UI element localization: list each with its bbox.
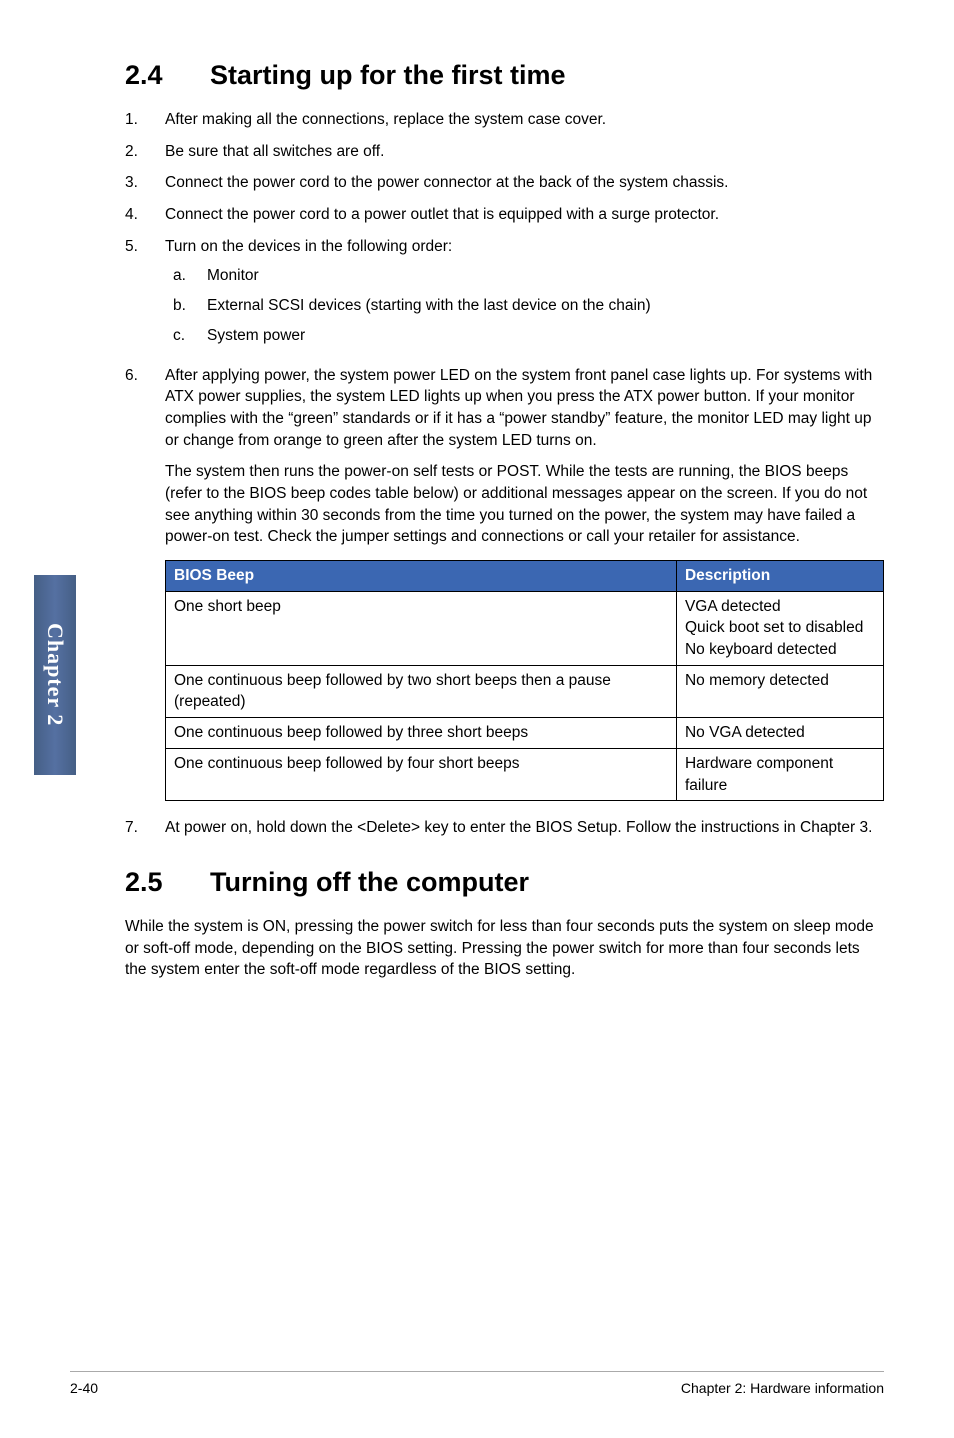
table-row: One continuous beep followed by two shor… — [166, 665, 884, 717]
page-footer: 2-40 Chapter 2: Hardware information — [70, 1371, 884, 1396]
table-row: One continuous beep followed by four sho… — [166, 748, 884, 800]
turn-off-paragraph: While the system is ON, pressing the pow… — [125, 916, 884, 981]
list-item: 2.Be sure that all switches are off. — [125, 141, 884, 163]
list-item: c.System power — [173, 325, 884, 347]
list-item: 5. Turn on the devices in the following … — [125, 236, 884, 355]
page-content: 2.4Starting up for the first time 1.Afte… — [0, 0, 954, 981]
table-row: One continuous beep followed by three sh… — [166, 718, 884, 749]
section-number: 2.5 — [125, 867, 210, 898]
list-item: 4.Connect the power cord to a power outl… — [125, 204, 884, 226]
section-title: Turning off the computer — [210, 867, 529, 897]
list-item: b.External SCSI devices (starting with t… — [173, 295, 884, 317]
list-item: 3.Connect the power cord to the power co… — [125, 172, 884, 194]
list-item: 1.After making all the connections, repl… — [125, 109, 884, 131]
list-item: 7.At power on, hold down the <Delete> ke… — [125, 817, 884, 839]
section-heading-24: 2.4Starting up for the first time — [125, 60, 884, 91]
chapter-side-tab-label: Chapter 2 — [42, 623, 68, 726]
page-number: 2-40 — [70, 1380, 98, 1396]
startup-steps-list: 1.After making all the connections, repl… — [125, 109, 884, 839]
chapter-label: Chapter 2: Hardware information — [681, 1380, 884, 1396]
section-number: 2.4 — [125, 60, 210, 91]
section-title: Starting up for the first time — [210, 60, 566, 90]
table-header: BIOS Beep — [166, 561, 677, 592]
section-heading-25: 2.5Turning off the computer — [125, 867, 884, 898]
post-paragraph: The system then runs the power-on self t… — [165, 461, 884, 548]
table-header: Description — [676, 561, 883, 592]
chapter-side-tab: Chapter 2 — [34, 575, 76, 775]
list-item: a.Monitor — [173, 265, 884, 287]
bios-beep-table: BIOS Beep Description One short beep VGA… — [165, 560, 884, 801]
device-order-sublist: a.Monitor b.External SCSI devices (start… — [165, 265, 884, 346]
list-item: 6. After applying power, the system powe… — [125, 365, 884, 802]
table-row: One short beep VGA detected Quick boot s… — [166, 591, 884, 665]
